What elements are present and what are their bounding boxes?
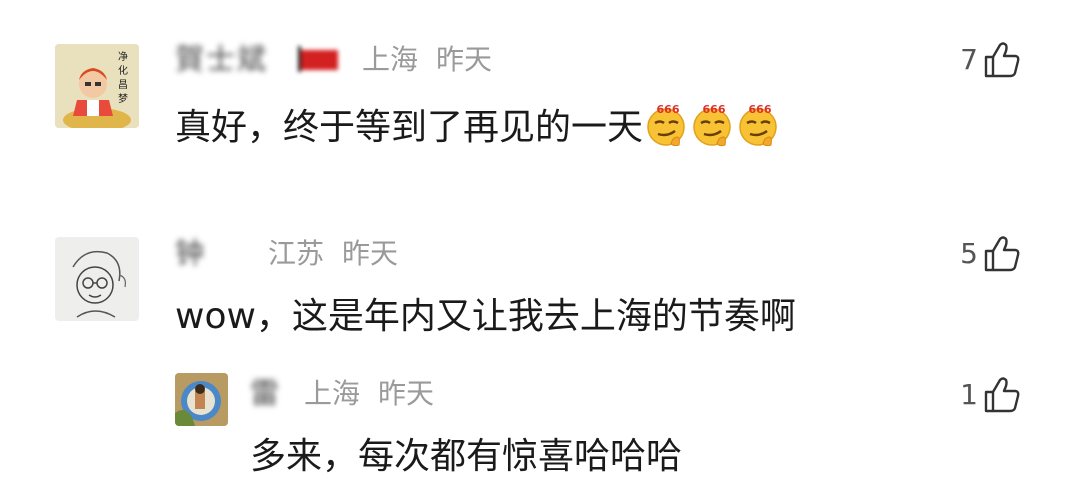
comment-meta: 上海 昨天 <box>304 377 434 411</box>
timestamp: 昨天 <box>378 377 435 410</box>
comment-text: 多来，每次都有惊喜哈哈哈 <box>250 436 683 477</box>
reply-comment: 雷 上海 昨天 多来，每次都有惊喜哈哈哈 1 <box>0 0 1080 497</box>
avatar-image <box>175 373 228 426</box>
username[interactable]: 雷 <box>250 376 281 410</box>
avatar[interactable] <box>175 373 228 426</box>
like-count: 1 <box>960 378 978 411</box>
thumbs-up-icon <box>984 377 1020 413</box>
like-button[interactable]: 1 <box>960 375 1022 415</box>
location: 上海 <box>304 377 361 410</box>
